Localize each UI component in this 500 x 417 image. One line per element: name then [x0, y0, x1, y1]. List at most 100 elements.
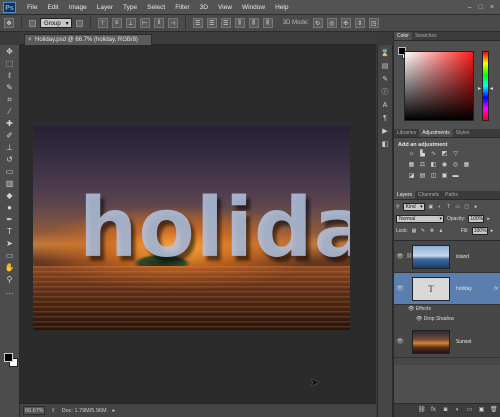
crop-tool-icon[interactable]: ⌗	[4, 95, 16, 105]
auto-select-target-dropdown[interactable]: Group	[40, 18, 72, 29]
new-layer-icon[interactable]: ▣	[478, 407, 485, 414]
fill-arrow-icon[interactable]: ▸	[491, 228, 494, 234]
align-center-icon[interactable]: ‖	[153, 18, 164, 28]
brush-tool-icon[interactable]: ✐	[4, 131, 16, 141]
pen-tool-icon[interactable]: ✒	[4, 215, 16, 225]
show-transform-checkbox[interactable]	[75, 19, 83, 27]
canvas-area[interactable]: holiday ➤	[20, 45, 376, 403]
filter-toggle-icon[interactable]: ●	[473, 204, 479, 210]
distribute-middle-icon[interactable]: ☰	[206, 18, 217, 28]
path-selection-tool-icon[interactable]: ➤	[4, 239, 16, 249]
align-top-icon[interactable]: ⊤	[97, 18, 108, 28]
add-layer-style-icon[interactable]: fx	[430, 407, 437, 414]
menu-filter[interactable]: Filter	[170, 0, 194, 15]
layer-row-sunset[interactable]: 👁︎ Sunset	[394, 326, 500, 358]
selective-color-icon[interactable]: ▣	[441, 173, 448, 180]
menu-layer[interactable]: Layer	[92, 0, 118, 15]
history-panel-icon[interactable]: ⌛	[380, 49, 390, 58]
layer-thumbnail-holiday[interactable]: T	[412, 277, 450, 301]
photo-filter-icon[interactable]: ◉	[441, 162, 448, 169]
menu-image[interactable]: Image	[64, 0, 92, 15]
styles-panel-icon[interactable]: ◧	[380, 140, 390, 149]
filter-smart-object-icon[interactable]: ▢	[464, 204, 470, 210]
3d-roll-icon[interactable]: ◎	[326, 18, 337, 28]
menu-help[interactable]: Help	[270, 0, 293, 15]
color-swatches[interactable]	[4, 353, 18, 367]
opacity-field[interactable]: 100%	[468, 215, 485, 223]
lock-position-icon[interactable]: ✥	[429, 228, 435, 234]
info-panel-icon[interactable]: ⓘ	[380, 88, 390, 97]
paragraph-panel-icon[interactable]: ¶	[380, 114, 390, 123]
move-tool-icon[interactable]: ✥	[4, 47, 16, 57]
filter-type-icon[interactable]: T	[446, 204, 452, 210]
layer-effects-fx-icon[interactable]: fx	[494, 286, 498, 292]
new-group-icon[interactable]: ▭	[466, 407, 473, 414]
tab-paths[interactable]: Paths	[442, 191, 461, 199]
type-tool-icon[interactable]: T	[4, 227, 16, 237]
filter-shape-icon[interactable]: ▭	[455, 204, 461, 210]
brush-panel-icon[interactable]: ✎	[380, 75, 390, 84]
align-middle-icon[interactable]: ≡	[111, 18, 122, 28]
drop-shadow-eye-icon[interactable]: 👁︎	[416, 316, 422, 322]
auto-select-checkbox[interactable]	[29, 19, 36, 27]
tab-color[interactable]: Color	[394, 32, 412, 40]
layer-thumbnail-island[interactable]	[412, 245, 450, 269]
layer-row-holiday[interactable]: 👁︎ T holiday fx	[394, 273, 500, 305]
kind-filter-dropdown[interactable]: Kind	[402, 203, 425, 211]
menu-file[interactable]: File	[22, 0, 42, 15]
tab-adjustments[interactable]: Adjustments	[419, 129, 453, 137]
effects-eye-icon[interactable]: 👁︎	[408, 306, 414, 312]
align-left-icon[interactable]: ⊢	[139, 18, 150, 28]
minimize-button[interactable]: –	[468, 4, 472, 11]
layer-name-sunset[interactable]: Sunset	[456, 339, 472, 345]
distribute-bottom-icon[interactable]: ☰	[220, 18, 231, 28]
distribute-center-icon[interactable]: ⫼	[248, 18, 259, 28]
invert-icon[interactable]: ◪	[408, 173, 415, 180]
eyedropper-tool-icon[interactable]: ⁄	[4, 107, 16, 117]
move-tool-preset-icon[interactable]: ✥	[4, 18, 14, 28]
exposure-icon[interactable]: ◩	[441, 151, 448, 158]
menu-view[interactable]: View	[213, 0, 237, 15]
gradient-map-icon[interactable]: ▬	[452, 173, 459, 180]
lock-transparent-icon[interactable]: ▦	[411, 228, 417, 234]
posterize-icon[interactable]: ▤	[419, 173, 426, 180]
new-adjustment-layer-icon[interactable]: ◐	[454, 407, 461, 414]
edit-toolbar-icon[interactable]: …	[4, 287, 16, 297]
healing-brush-tool-icon[interactable]: ✚	[4, 119, 16, 129]
share-icon[interactable]: ⇪	[51, 408, 56, 414]
threshold-icon[interactable]: ◫	[430, 173, 437, 180]
black-white-icon[interactable]: ◧	[430, 162, 437, 169]
distribute-top-icon[interactable]: ☰	[192, 18, 203, 28]
distribute-left-icon[interactable]: ⫼	[234, 18, 245, 28]
hue-slider[interactable]	[482, 51, 489, 121]
add-mask-icon[interactable]: ◙	[442, 407, 449, 414]
color-picker-field[interactable]	[404, 51, 474, 121]
visibility-eye-icon[interactable]: 👁︎	[396, 338, 404, 346]
menu-type[interactable]: Type	[118, 0, 142, 15]
tab-layers[interactable]: Layers	[394, 191, 416, 199]
shape-tool-icon[interactable]: ▭	[4, 251, 16, 261]
drop-shadow-sublayer[interactable]: 👁︎ Drop Shadow	[416, 316, 454, 322]
blend-mode-dropdown[interactable]: Normal	[396, 215, 444, 223]
brightness-contrast-icon[interactable]: ☼	[408, 151, 415, 158]
close-tab-icon[interactable]: ×	[28, 35, 32, 45]
dodge-tool-icon[interactable]: ●	[4, 203, 16, 213]
menu-select[interactable]: Select	[142, 0, 170, 15]
actions-panel-icon[interactable]: ▶	[380, 127, 390, 136]
tab-channels[interactable]: Channels	[415, 191, 442, 199]
layer-thumbnail-sunset[interactable]	[412, 330, 450, 354]
lock-all-icon[interactable]: 🔒︎	[438, 228, 444, 234]
blur-tool-icon[interactable]: ◆	[4, 191, 16, 201]
maximize-button[interactable]: □	[479, 4, 483, 11]
gradient-tool-icon[interactable]: ▥	[4, 179, 16, 189]
opacity-arrow-icon[interactable]: ▸	[487, 216, 490, 222]
menu-window[interactable]: Window	[237, 0, 270, 15]
foreground-color-swatch[interactable]	[4, 353, 13, 362]
document-image[interactable]: holiday	[33, 126, 350, 330]
menu-edit[interactable]: Edit	[42, 0, 63, 15]
3d-pan-icon[interactable]: ✣	[340, 18, 351, 28]
tab-swatches[interactable]: Swatches	[412, 32, 440, 40]
link-layers-icon[interactable]: ⛓︎	[418, 407, 426, 414]
curves-icon[interactable]: ∿	[430, 151, 437, 158]
delete-layer-icon[interactable]: 🗑︎	[490, 407, 498, 414]
